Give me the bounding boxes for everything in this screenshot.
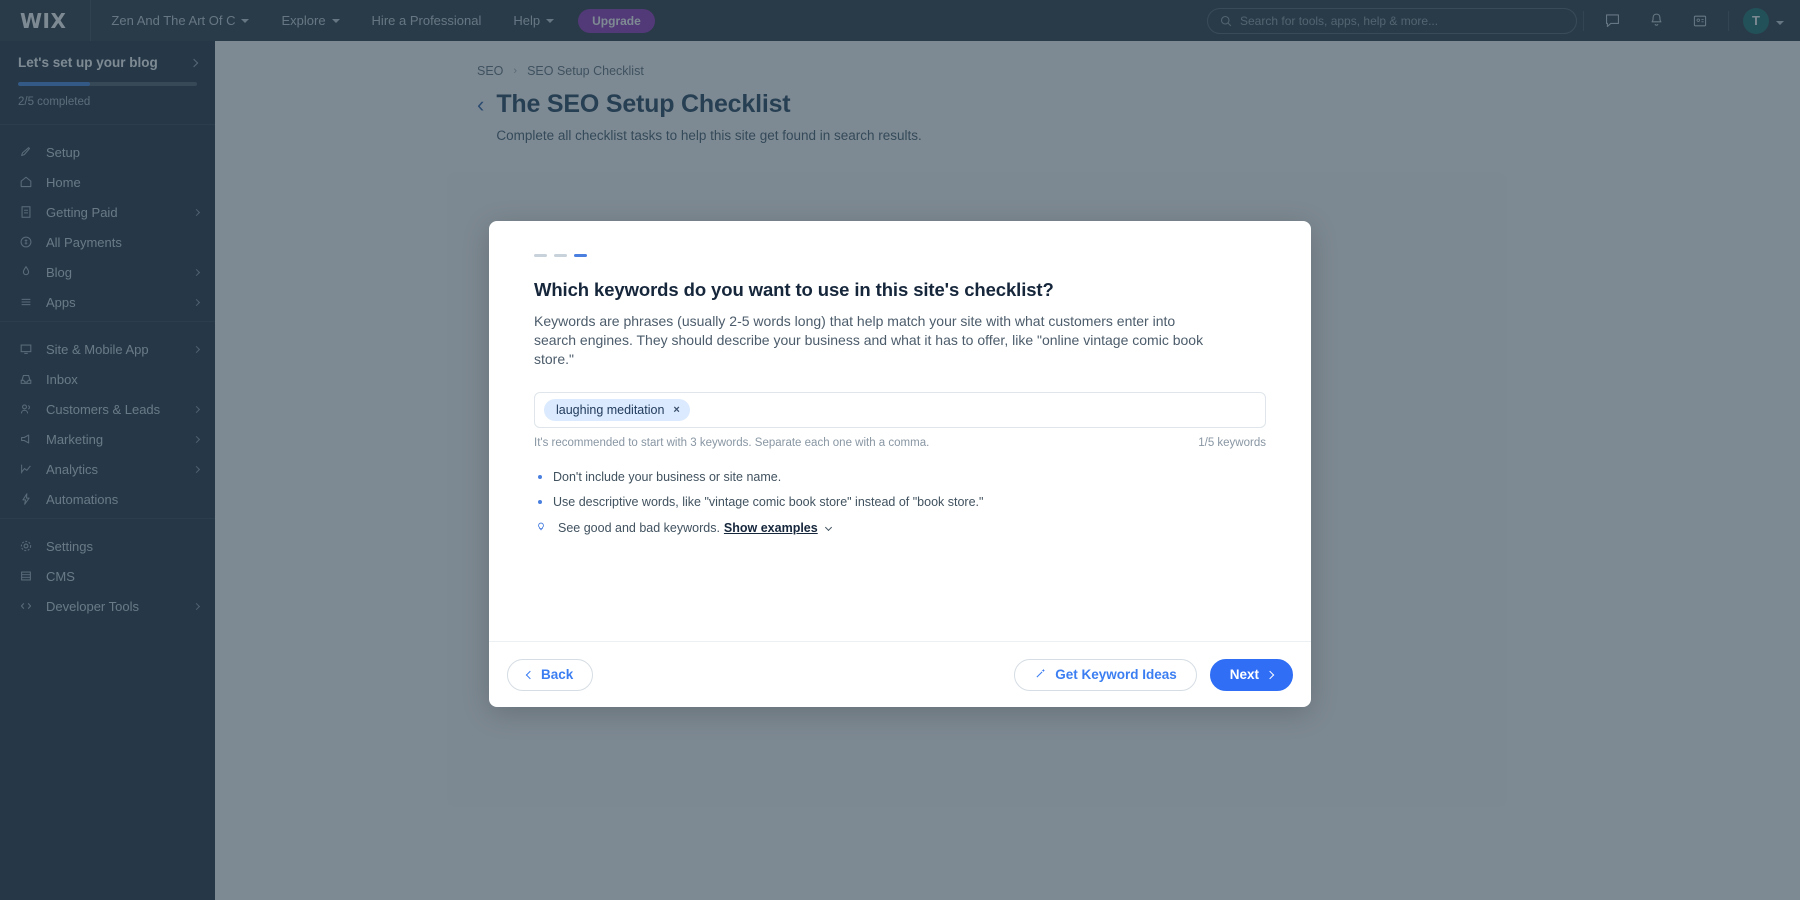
- footer-actions: Get Keyword Ideas Next: [1014, 658, 1293, 691]
- get-keyword-ideas-label: Get Keyword Ideas: [1055, 667, 1177, 682]
- bullet-icon: [538, 475, 542, 480]
- chevron-right-icon: [1265, 670, 1275, 679]
- keywords-hint-row: It's recommended to start with 3 keyword…: [534, 437, 1266, 449]
- next-button[interactable]: Next: [1209, 658, 1293, 691]
- modal-description: Keywords are phrases (usually 2-5 words …: [534, 313, 1204, 368]
- keywords-counter: 1/5 keywords: [1198, 437, 1266, 450]
- chevron-left-icon: [525, 670, 535, 679]
- chevron-down-icon[interactable]: [824, 523, 832, 531]
- tip-text: Use descriptive words, like "vintage com…: [553, 495, 984, 510]
- examples-label: See good and bad keywords.: [558, 520, 720, 535]
- remove-keyword-icon[interactable]: ×: [673, 404, 679, 416]
- magic-wand-icon: [1034, 667, 1047, 683]
- examples-text: See good and bad keywords. Show examples: [558, 520, 832, 536]
- modal-footer: Back Get Keyword Ideas Next: [489, 641, 1311, 707]
- next-button-label: Next: [1229, 667, 1259, 682]
- tip-item: Use descriptive words, like "vintage com…: [534, 494, 1266, 510]
- keyword-tag[interactable]: laughing meditation ×: [544, 399, 690, 422]
- keywords-input[interactable]: laughing meditation ×: [534, 392, 1266, 429]
- back-button-label: Back: [541, 667, 574, 682]
- keyword-tag-label: laughing meditation: [556, 403, 665, 418]
- modal-title: Which keywords do you want to use in thi…: [534, 279, 1054, 300]
- bullet-icon: [538, 500, 542, 505]
- step-dot-2: [554, 254, 567, 257]
- keyword-tips: Don't include your business or site name…: [534, 469, 1266, 536]
- keywords-modal: Which keywords do you want to use in thi…: [489, 221, 1311, 707]
- wix-dashboard: WIX Zen And The Art Of C Explore Hire a …: [0, 0, 1800, 900]
- examples-row: See good and bad keywords. Show examples: [534, 520, 1266, 536]
- step-dot-3-active: [574, 254, 587, 257]
- step-indicator: [534, 254, 1266, 257]
- show-examples-link[interactable]: Show examples: [724, 521, 818, 535]
- keywords-hint: It's recommended to start with 3 keyword…: [534, 437, 930, 450]
- back-button[interactable]: Back: [507, 658, 594, 691]
- tip-item: Don't include your business or site name…: [534, 469, 1266, 485]
- step-dot-1: [534, 254, 547, 257]
- lightbulb-icon: [534, 521, 547, 533]
- tip-text: Don't include your business or site name…: [553, 470, 782, 485]
- get-keyword-ideas-button[interactable]: Get Keyword Ideas: [1014, 658, 1197, 691]
- modal-body: Which keywords do you want to use in thi…: [489, 221, 1311, 641]
